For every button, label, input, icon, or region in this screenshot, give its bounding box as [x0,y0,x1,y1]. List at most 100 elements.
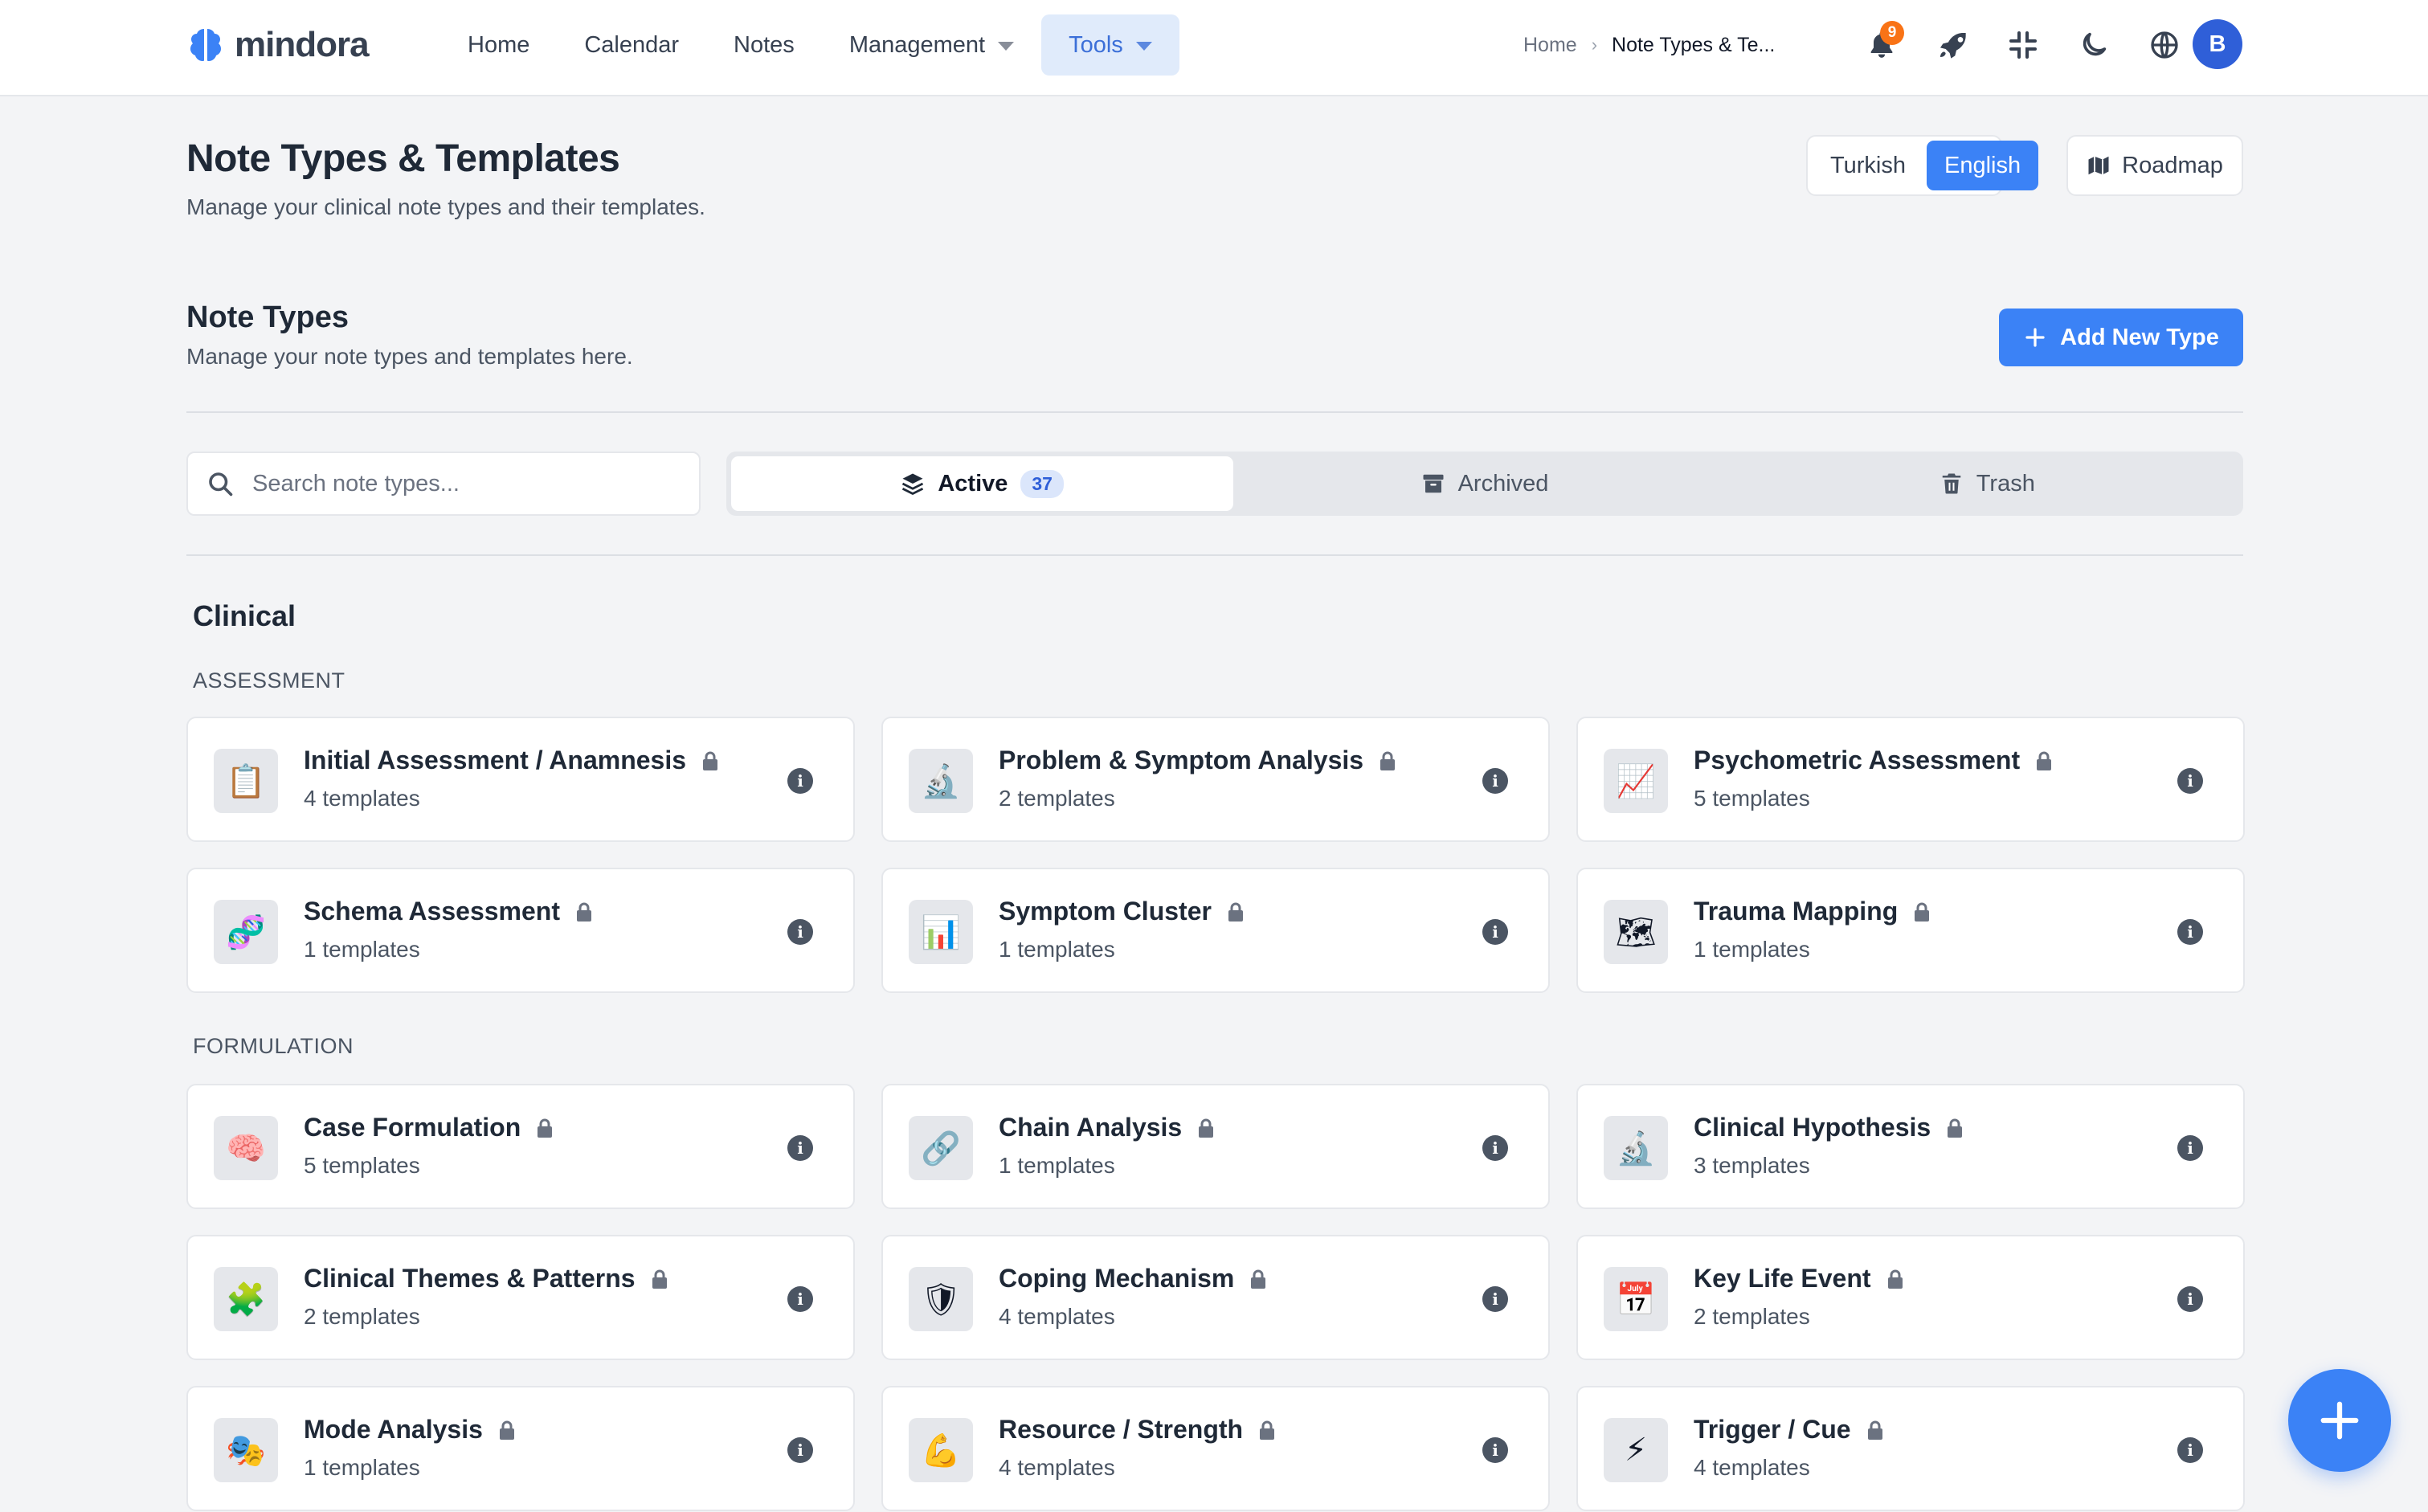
nav-item-calendar[interactable]: Calendar [557,14,706,76]
note-type-card[interactable]: 🧩 Clinical Themes & Patterns 2 templates i [186,1235,855,1360]
info-icon[interactable]: i [787,768,813,794]
language-option-english[interactable]: English [1927,141,2039,190]
nav-item-home[interactable]: Home [440,14,557,76]
nav-label: Notes [734,31,795,58]
note-type-card[interactable]: 🧠 Case Formulation 5 templates i [186,1084,855,1209]
breadcrumb-separator: › [1591,35,1598,55]
template-count: 2 templates [999,786,1115,811]
info-icon[interactable]: i [2177,768,2203,794]
info-icon[interactable]: i [1482,919,1508,945]
avatar[interactable]: B [2193,19,2242,69]
subgroup-title: FORMULATION [193,1034,354,1058]
note-type-card[interactable]: 📋 Initial Assessment / Anamnesis 4 templat… [186,717,855,842]
template-count: 4 templates [999,1304,1115,1329]
template-count: 3 templates [1694,1153,1810,1178]
card-title-row: Problem & Symptom Analysis [999,746,1397,775]
note-type-title: Trauma Mapping [1694,897,1899,926]
note-type-emoji-icon: 🔬 [909,749,973,813]
note-type-card[interactable]: 🗺 Trauma Mapping 1 templates i [1576,868,2245,993]
template-count: 2 templates [304,1304,420,1329]
rocket-button[interactable] [1917,18,1988,72]
note-type-emoji-icon: 📈 [1604,749,1668,813]
brand-logo[interactable]: mindora [185,22,370,67]
lock-icon [1380,751,1396,770]
note-type-emoji-icon: 🧠 [214,1116,278,1180]
tab-active[interactable]: Active 37 [731,456,1234,511]
card-title-row: Coping Mechanism [999,1264,1268,1293]
note-type-title: Key Life Event [1694,1264,1871,1293]
note-type-card[interactable]: ⚡ Trigger / Cue 4 templates i [1576,1386,2245,1511]
note-type-card[interactable]: 🔬 Problem & Symptom Analysis 2 templates i [881,717,1550,842]
floating-add-button[interactable] [2288,1369,2391,1472]
status-tabs: Active 37 Archived Trash [726,452,2243,516]
template-count: 1 templates [304,937,420,962]
info-icon[interactable]: i [787,1286,813,1312]
map-icon [2088,156,2109,175]
divider [186,411,2243,413]
top-navbar: mindora Home Calendar Notes Management T… [0,0,2428,96]
language-switch: Turkish English [1806,135,2039,196]
compress-button[interactable] [1988,18,2058,72]
info-icon[interactable]: i [787,1135,813,1161]
tab-label: Active [938,470,1008,497]
note-type-emoji-icon: 🎭 [214,1418,278,1482]
note-type-card[interactable]: 🧬 Schema Assessment 1 templates i [186,868,855,993]
language-option-turkish[interactable]: Turkish [1813,141,1923,190]
search-icon [209,472,233,497]
note-type-card[interactable]: 📊 Symptom Cluster 1 templates i [881,868,1550,993]
template-count: 1 templates [999,1153,1115,1178]
note-type-emoji-icon: 📅 [1604,1267,1668,1331]
tab-trash[interactable]: Trash [1736,456,2238,511]
main-nav: Home Calendar Notes Management Tools [440,14,1179,76]
note-type-card[interactable]: 🎭 Mode Analysis 1 templates i [186,1386,855,1511]
info-icon[interactable]: i [1482,1437,1508,1463]
compress-icon [2009,31,2037,59]
moon-icon [2083,32,2107,56]
card-title-row: Clinical Hypothesis [1694,1113,1964,1142]
search-input[interactable] [252,470,681,497]
tab-archived[interactable]: Archived [1233,456,1735,511]
card-title-row: Symptom Cluster [999,897,1245,926]
note-type-card[interactable]: 📈 Psychometric Assessment 5 templates i [1576,717,2245,842]
info-icon[interactable]: i [1482,768,1508,794]
info-icon[interactable]: i [787,1437,813,1463]
breadcrumb-home[interactable]: Home [1523,34,1577,57]
lock-icon [499,1420,514,1440]
template-count: 1 templates [304,1455,420,1480]
note-type-emoji-icon: 🧬 [214,900,278,964]
info-icon[interactable]: i [2177,1135,2203,1161]
lock-icon [1199,1118,1214,1138]
note-type-card[interactable]: 🛡 Coping Mechanism 4 templates i [881,1235,1550,1360]
globe-icon [2151,31,2178,59]
language-button[interactable] [2129,18,2200,72]
lock-icon [1887,1269,1903,1289]
info-icon[interactable]: i [1482,1286,1508,1312]
add-new-type-button[interactable]: Add New Type [1999,309,2243,366]
notifications-button[interactable]: 9 [1846,18,1917,72]
info-icon[interactable]: i [2177,1286,2203,1312]
info-icon[interactable]: i [2177,919,2203,945]
info-icon[interactable]: i [1482,1135,1508,1161]
notification-count-badge: 9 [1880,21,1904,45]
card-title-row: Case Formulation [304,1113,554,1142]
template-count: 1 templates [1694,937,1810,962]
nav-item-notes[interactable]: Notes [706,14,822,76]
note-type-title: Symptom Cluster [999,897,1212,926]
note-type-card[interactable]: 💪 Resource / Strength 4 templates i [881,1386,1550,1511]
theme-toggle-button[interactable] [2058,18,2129,72]
info-icon[interactable]: i [2177,1437,2203,1463]
brain-logo-icon [190,29,221,61]
note-type-title: Chain Analysis [999,1113,1183,1142]
nav-item-management[interactable]: Management [822,14,1041,76]
note-type-title: Clinical Hypothesis [1694,1113,1931,1142]
note-type-emoji-icon: 🧩 [214,1267,278,1331]
info-icon[interactable]: i [787,919,813,945]
note-type-title: Initial Assessment / Anamnesis [304,746,687,774]
note-type-card[interactable]: 🔗 Chain Analysis 1 templates i [881,1084,1550,1209]
page-subtitle: Manage your clinical note types and thei… [186,194,705,219]
note-type-card[interactable]: 📅 Key Life Event 2 templates i [1576,1235,2245,1360]
nav-item-tools[interactable]: Tools [1041,14,1179,76]
note-type-card[interactable]: 🔬 Clinical Hypothesis 3 templates i [1576,1084,2245,1209]
roadmap-button[interactable]: Roadmap [2066,135,2243,196]
lock-icon [2037,751,2052,770]
